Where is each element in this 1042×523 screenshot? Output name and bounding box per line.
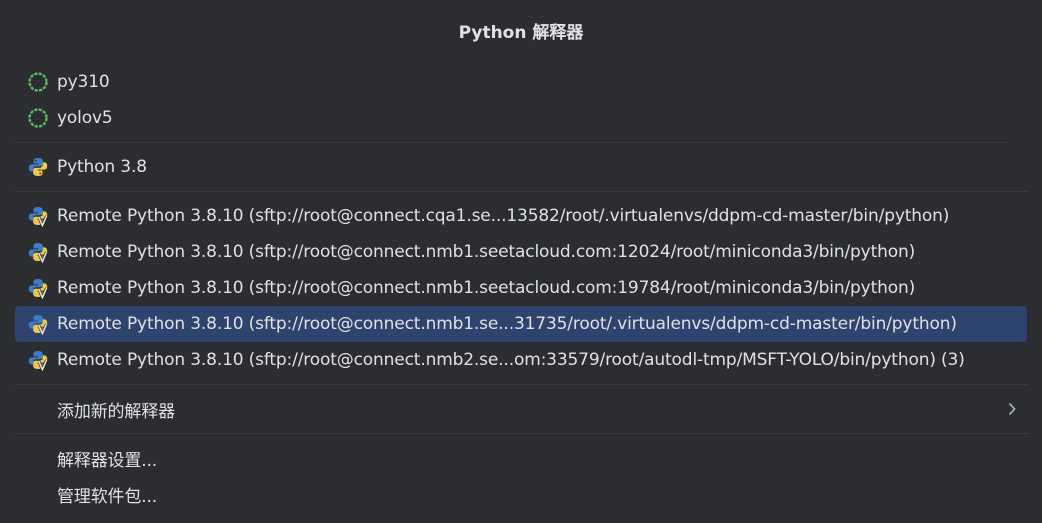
interpreter-item-remote-1[interactable]: Remote Python 3.8.10 (sftp://root@connec… (15, 198, 1027, 234)
interpreter-item-remote-4[interactable]: Remote Python 3.8.10 (sftp://root@connec… (15, 306, 1027, 342)
interpreter-label: Python 3.8 (57, 157, 147, 177)
interpreter-item-python-3-8[interactable]: Python 3.8 (15, 149, 1027, 185)
python-interpreter-popup: Python 解释器 py310 yolov5 Python 3.8 Remot… (0, 0, 1042, 523)
interpreter-label: Remote Python 3.8.10 (sftp://root@connec… (57, 206, 950, 226)
python-icon (27, 156, 49, 178)
remote-python-icon (27, 313, 49, 335)
interpreter-label: py310 (57, 72, 110, 92)
add-new-interpreter-label: 添加新的解释器 (57, 401, 175, 422)
conda-env-icon (27, 71, 49, 93)
interpreter-item-remote-2[interactable]: Remote Python 3.8.10 (sftp://root@connec… (15, 234, 1027, 270)
interpreter-label: Remote Python 3.8.10 (sftp://root@connec… (57, 278, 916, 298)
remote-python-icon (27, 205, 49, 227)
interpreter-item-yolov5[interactable]: yolov5 (15, 100, 1027, 136)
interpreter-item-remote-3[interactable]: Remote Python 3.8.10 (sftp://root@connec… (15, 270, 1027, 306)
interpreter-label: Remote Python 3.8.10 (sftp://root@connec… (57, 242, 916, 262)
conda-env-icon (27, 107, 49, 129)
interpreter-item-remote-5[interactable]: Remote Python 3.8.10 (sftp://root@connec… (15, 342, 1027, 378)
interpreter-settings-label: 解释器设置... (57, 450, 158, 471)
remote-python-icon (27, 277, 49, 299)
separator (15, 433, 1029, 434)
separator (15, 191, 1029, 192)
manage-packages-label: 管理软件包... (57, 486, 158, 507)
remote-python-icon (27, 349, 49, 371)
interpreter-label: Remote Python 3.8.10 (sftp://root@connec… (57, 350, 965, 370)
manage-packages-item[interactable]: 管理软件包... (15, 476, 1027, 512)
interpreter-settings-item[interactable]: 解释器设置... (15, 440, 1027, 476)
add-new-interpreter-item[interactable]: 添加新的解释器 (15, 391, 1027, 427)
remote-python-icon (27, 241, 49, 263)
interpreter-label: yolov5 (57, 108, 113, 128)
interpreter-label: Remote Python 3.8.10 (sftp://root@connec… (57, 314, 957, 334)
popup-title: Python 解释器 (458, 23, 584, 43)
chevron-right-icon (1008, 402, 1016, 416)
separator (15, 384, 1029, 385)
separator (15, 142, 1008, 143)
interpreter-item-py310[interactable]: py310 (15, 64, 1027, 100)
